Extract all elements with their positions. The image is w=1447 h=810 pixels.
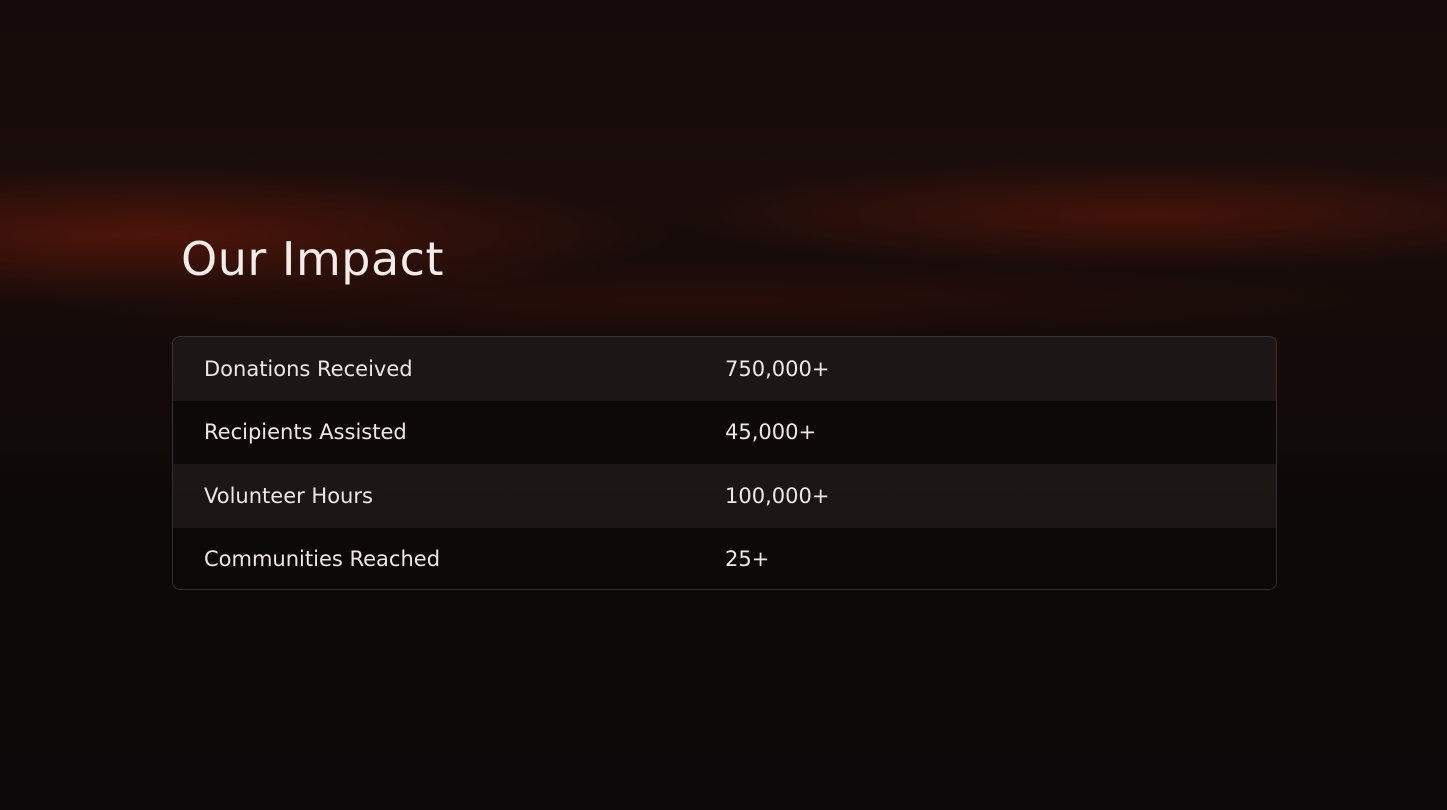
table-row: Donations Received 750,000+: [173, 337, 1276, 401]
row-label: Donations Received: [204, 356, 413, 381]
row-value: 25+: [725, 547, 770, 572]
table-row: Volunteer Hours 100,000+: [173, 464, 1276, 528]
row-value: 750,000+: [725, 356, 830, 381]
page-title: Our Impact: [181, 232, 444, 286]
row-value: 45,000+: [725, 420, 817, 445]
impact-table: Donations Received 750,000+ Recipients A…: [172, 336, 1277, 590]
row-label: Communities Reached: [204, 547, 441, 572]
table-row: Recipients Assisted 45,000+: [173, 400, 1276, 464]
row-label: Volunteer Hours: [204, 483, 373, 508]
table-row: Communities Reached 25+: [173, 527, 1276, 589]
row-value: 100,000+: [725, 483, 830, 508]
row-label: Recipients Assisted: [204, 420, 407, 445]
